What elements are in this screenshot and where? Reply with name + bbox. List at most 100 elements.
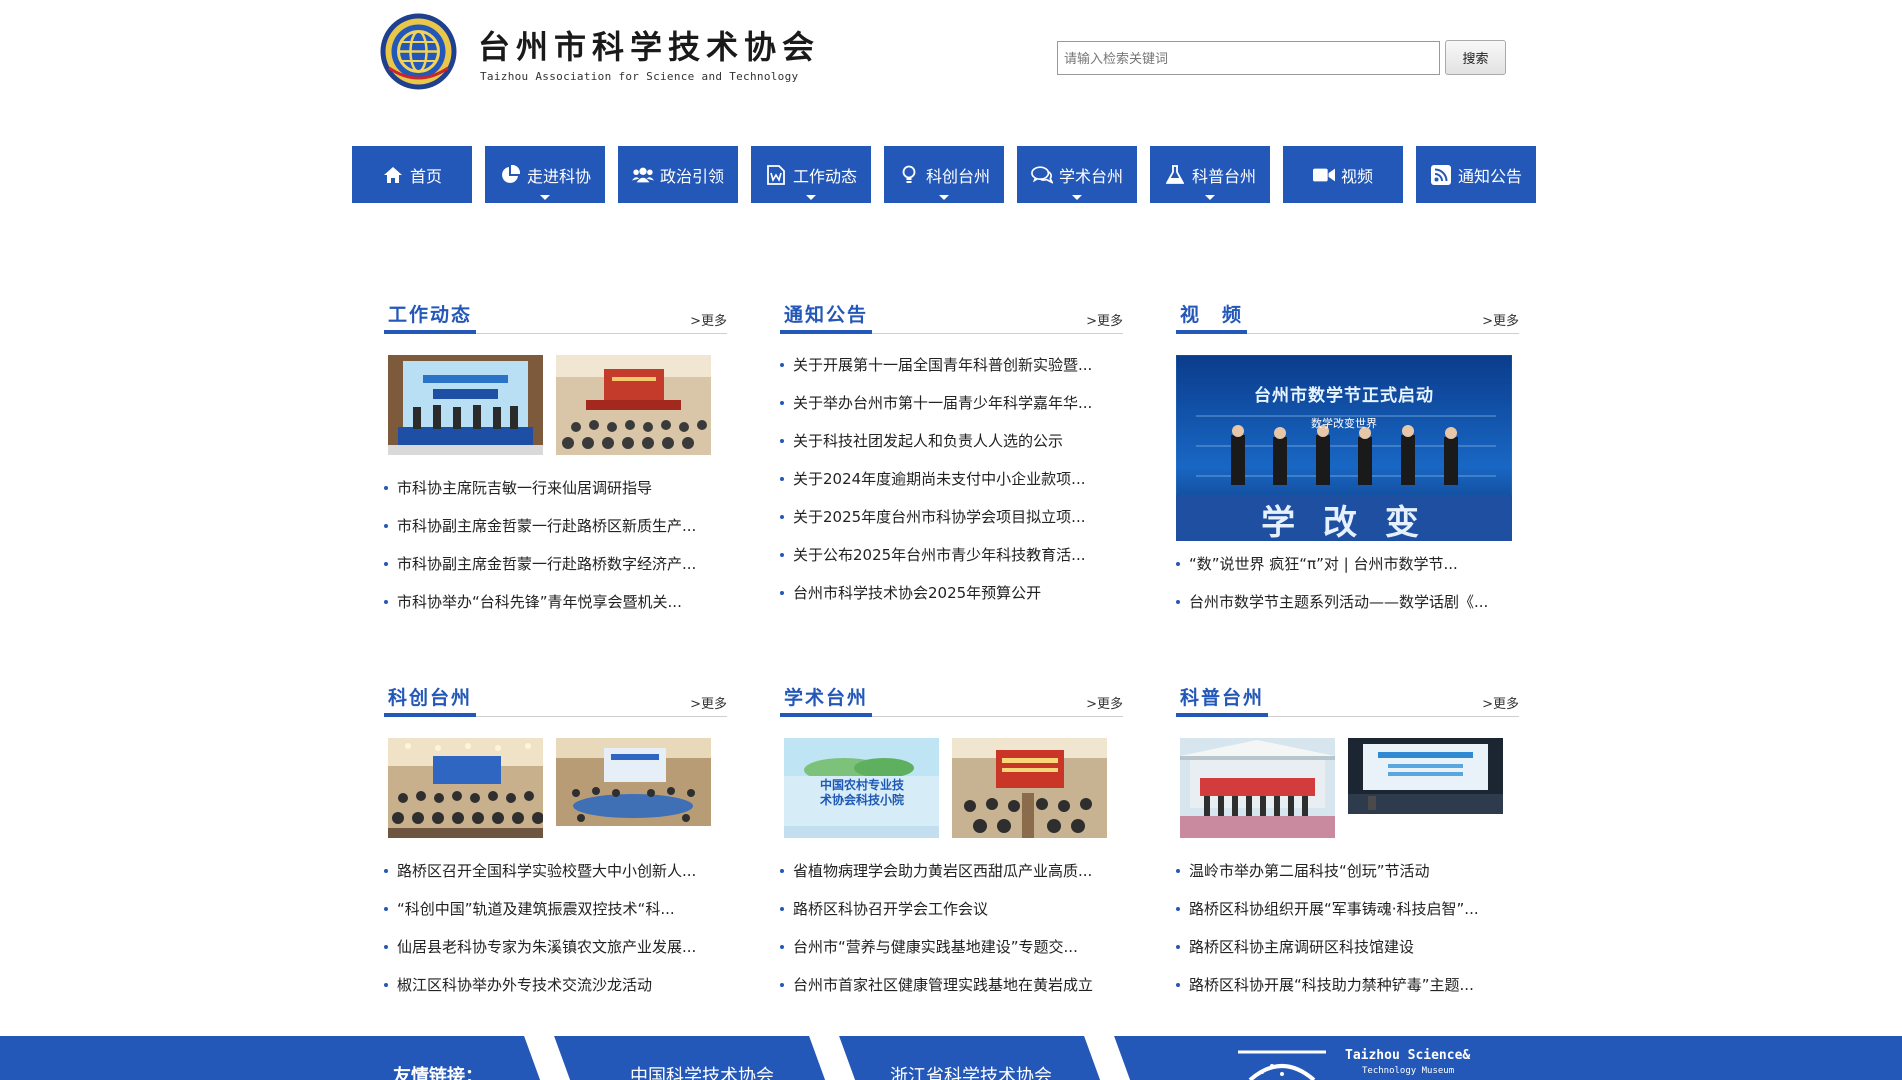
news-photo[interactable] (556, 355, 711, 455)
nav-innovation[interactable]: 科创台州 (884, 146, 1004, 203)
more-link[interactable]: >更多 (690, 693, 727, 712)
list-item[interactable]: “数”说世界 疯狂“π”对 | 台州市数学节... (1176, 545, 1519, 583)
more-link[interactable]: >更多 (1086, 693, 1123, 712)
news-photo[interactable] (1348, 738, 1503, 814)
panel-title: 通知公告 (780, 300, 873, 334)
footer-stripe (1084, 1036, 1136, 1080)
nav-label: 工作动态 (792, 166, 857, 186)
panel-title: 工作动态 (384, 300, 477, 334)
notice-list: 关于开展第十一届全国青年科普创新实验暨... 关于举办台州市第十一届青少年科学嘉… (780, 346, 1123, 612)
list-item[interactable]: 关于科技社团发起人和负责人人选的公示 (780, 422, 1123, 460)
poster-title: 中国农村专业技术协会科技小院 (820, 778, 905, 807)
chevron-down-icon (1205, 195, 1215, 200)
video-thumbnail[interactable]: 台州市数学节正式启动 数学改变世界 学 改 变 (1176, 355, 1512, 541)
news-list: 路桥区召开全国科学实验校暨大中小创新人... “科创中国”轨道及建筑振震双控技术… (384, 852, 727, 1004)
list-item[interactable]: 省植物病理学会助力黄岩区西甜瓜产业高质... (780, 852, 1123, 890)
panel-header: 通知公告 >更多 (780, 300, 1123, 334)
photo-row (1180, 738, 1519, 838)
flask-icon (1164, 164, 1186, 186)
more-link[interactable]: >更多 (1482, 693, 1519, 712)
photo-row: 中国农村专业技术协会科技小院 (784, 738, 1123, 838)
footer-stripe (524, 1036, 576, 1080)
users-icon (631, 164, 654, 186)
nav-politics[interactable]: 政治引领 (618, 146, 738, 203)
news-photo[interactable] (952, 738, 1107, 838)
panel-innovation: 科创台州 >更多 路桥区召开全国科学实验校暨大中小创新人... “科创中国”轨道… (384, 683, 727, 1004)
panel-header: 科创台州 >更多 (384, 683, 727, 717)
museum-logo-icon[interactable] (1238, 1048, 1328, 1080)
museum-name-en[interactable]: Taizhou Science& (1345, 1048, 1470, 1063)
news-photo[interactable] (556, 738, 711, 826)
nav-label: 学术台州 (1058, 166, 1123, 186)
nav-label: 视频 (1340, 166, 1373, 186)
list-item[interactable]: 关于2024年度逾期尚未支付中小企业款项... (780, 460, 1123, 498)
panel-notice: 通知公告 >更多 关于开展第十一届全国青年科普创新实验暨... 关于举办台州市第… (780, 300, 1123, 612)
panel-header: 科普台州 >更多 (1176, 683, 1519, 717)
more-link[interactable]: >更多 (1086, 310, 1123, 329)
list-item[interactable]: 关于开展第十一届全国青年科普创新实验暨... (780, 346, 1123, 384)
list-item[interactable]: 台州市“营养与健康实践基地建设”专题交... (780, 928, 1123, 966)
chevron-down-icon (806, 195, 816, 200)
panel-video: 视 频 >更多 台州市数学节正式启动 数学改变世界 学 改 变 “数”说世界 疯… (1176, 300, 1519, 621)
panel-title: 科创台州 (384, 683, 477, 717)
panel-work: 工作动态 >更多 市科协主席阮吉敏一行来仙居调研指导 市科协副主席金哲蒙一行赴路… (384, 300, 727, 621)
chat-bubbles-icon (1031, 164, 1053, 186)
list-item[interactable]: 市科协主席阮吉敏一行来仙居调研指导 (384, 469, 727, 507)
nav-home[interactable]: 首页 (352, 146, 472, 203)
list-item[interactable]: 关于2025年度台州市科协学会项目拟立项... (780, 498, 1123, 536)
news-list: 温岭市举办第二届科技“创玩”节活动 路桥区科协组织开展“军事铸魂·科技启智”..… (1176, 852, 1519, 1004)
nav-work[interactable]: 工作动态 (751, 146, 871, 203)
list-item[interactable]: “科创中国”轨道及建筑振震双控技术“科... (384, 890, 727, 928)
museum-name-en-sub: Technology Museum (1362, 1066, 1455, 1076)
panel-popsci: 科普台州 >更多 温岭市举办第二届科技“创玩”节活动 路桥区科协组织开展“军事铸… (1176, 683, 1519, 1004)
panel-title: 视 频 (1176, 300, 1248, 334)
friendly-links-label: 友情链接： (393, 1066, 483, 1080)
list-item[interactable]: 路桥区科协主席调研区科技馆建设 (1176, 928, 1519, 966)
nav-label: 首页 (409, 166, 442, 186)
list-item[interactable]: 关于公布2025年台州市青少年科技教育活... (780, 536, 1123, 574)
news-photo[interactable]: 中国农村专业技术协会科技小院 (784, 738, 939, 838)
list-item[interactable]: 路桥区科协开展“科技助力禁种铲毒”主题... (1176, 966, 1519, 1004)
nav-label: 走进科协 (526, 166, 591, 186)
nav-academic[interactable]: 学术台州 (1017, 146, 1137, 203)
nav-about[interactable]: 走进科协 (485, 146, 605, 203)
panel-header: 视 频 >更多 (1176, 300, 1519, 334)
news-photo[interactable] (388, 355, 543, 455)
list-item[interactable]: 台州市首家社区健康管理实践基地在黄岩成立 (780, 966, 1123, 1004)
chevron-down-icon (1072, 195, 1082, 200)
search-button[interactable]: 搜索 (1445, 40, 1506, 75)
word-document-icon (765, 164, 787, 186)
more-link[interactable]: >更多 (1482, 310, 1519, 329)
list-item[interactable]: 市科协举办“台科先锋”青年悦享会暨机关... (384, 583, 727, 621)
list-item[interactable]: 台州市科学技术协会2025年预算公开 (780, 574, 1123, 612)
nav-notice[interactable]: 通知公告 (1416, 146, 1536, 203)
site-subtitle: Taizhou Association for Science and Tech… (480, 70, 799, 83)
list-item[interactable]: 路桥区科协组织开展“军事铸魂·科技启智”... (1176, 890, 1519, 928)
list-item[interactable]: 市科协副主席金哲蒙一行赴路桥区新质生产... (384, 507, 727, 545)
nav-video[interactable]: 视频 (1283, 146, 1403, 203)
panel-header: 学术台州 >更多 (780, 683, 1123, 717)
list-item[interactable]: 市科协副主席金哲蒙一行赴路桥数字经济产... (384, 545, 727, 583)
list-item[interactable]: 路桥区科协召开学会工作会议 (780, 890, 1123, 928)
nav-label: 政治引领 (659, 166, 724, 186)
search-input[interactable] (1057, 41, 1440, 75)
list-item[interactable]: 仙居县老科协专家为朱溪镇农文旅产业发展... (384, 928, 727, 966)
list-item[interactable]: 温岭市举办第二届科技“创玩”节活动 (1176, 852, 1519, 890)
cast-logo[interactable] (379, 12, 458, 91)
video-banner-title: 台州市数学节正式启动 (1254, 386, 1434, 406)
list-item[interactable]: 路桥区召开全国科学实验校暨大中小创新人... (384, 852, 727, 890)
footer-link-cast[interactable]: 中国科学技术协会 (630, 1062, 774, 1080)
list-item[interactable]: 椒江区科协举办外专技术交流沙龙活动 (384, 966, 727, 1004)
news-list: 市科协主席阮吉敏一行来仙居调研指导 市科协副主席金哲蒙一行赴路桥区新质生产...… (384, 469, 727, 621)
nav-popsci[interactable]: 科普台州 (1150, 146, 1270, 203)
pie-chart-icon (499, 164, 521, 186)
news-photo[interactable] (1180, 738, 1335, 838)
footer: 友情链接： 中国科学技术协会 浙江省科学技术协会 Taizhou Science… (0, 1036, 1902, 1080)
news-photo[interactable] (388, 738, 543, 838)
list-item[interactable]: 台州市数学节主题系列活动——数学话剧《... (1176, 583, 1519, 621)
footer-stripe (809, 1036, 861, 1080)
list-item[interactable]: 关于举办台州市第十一届青少年科学嘉年华... (780, 384, 1123, 422)
panel-title: 科普台州 (1176, 683, 1269, 717)
footer-link-zjast[interactable]: 浙江省科学技术协会 (890, 1062, 1052, 1080)
more-link[interactable]: >更多 (690, 310, 727, 329)
